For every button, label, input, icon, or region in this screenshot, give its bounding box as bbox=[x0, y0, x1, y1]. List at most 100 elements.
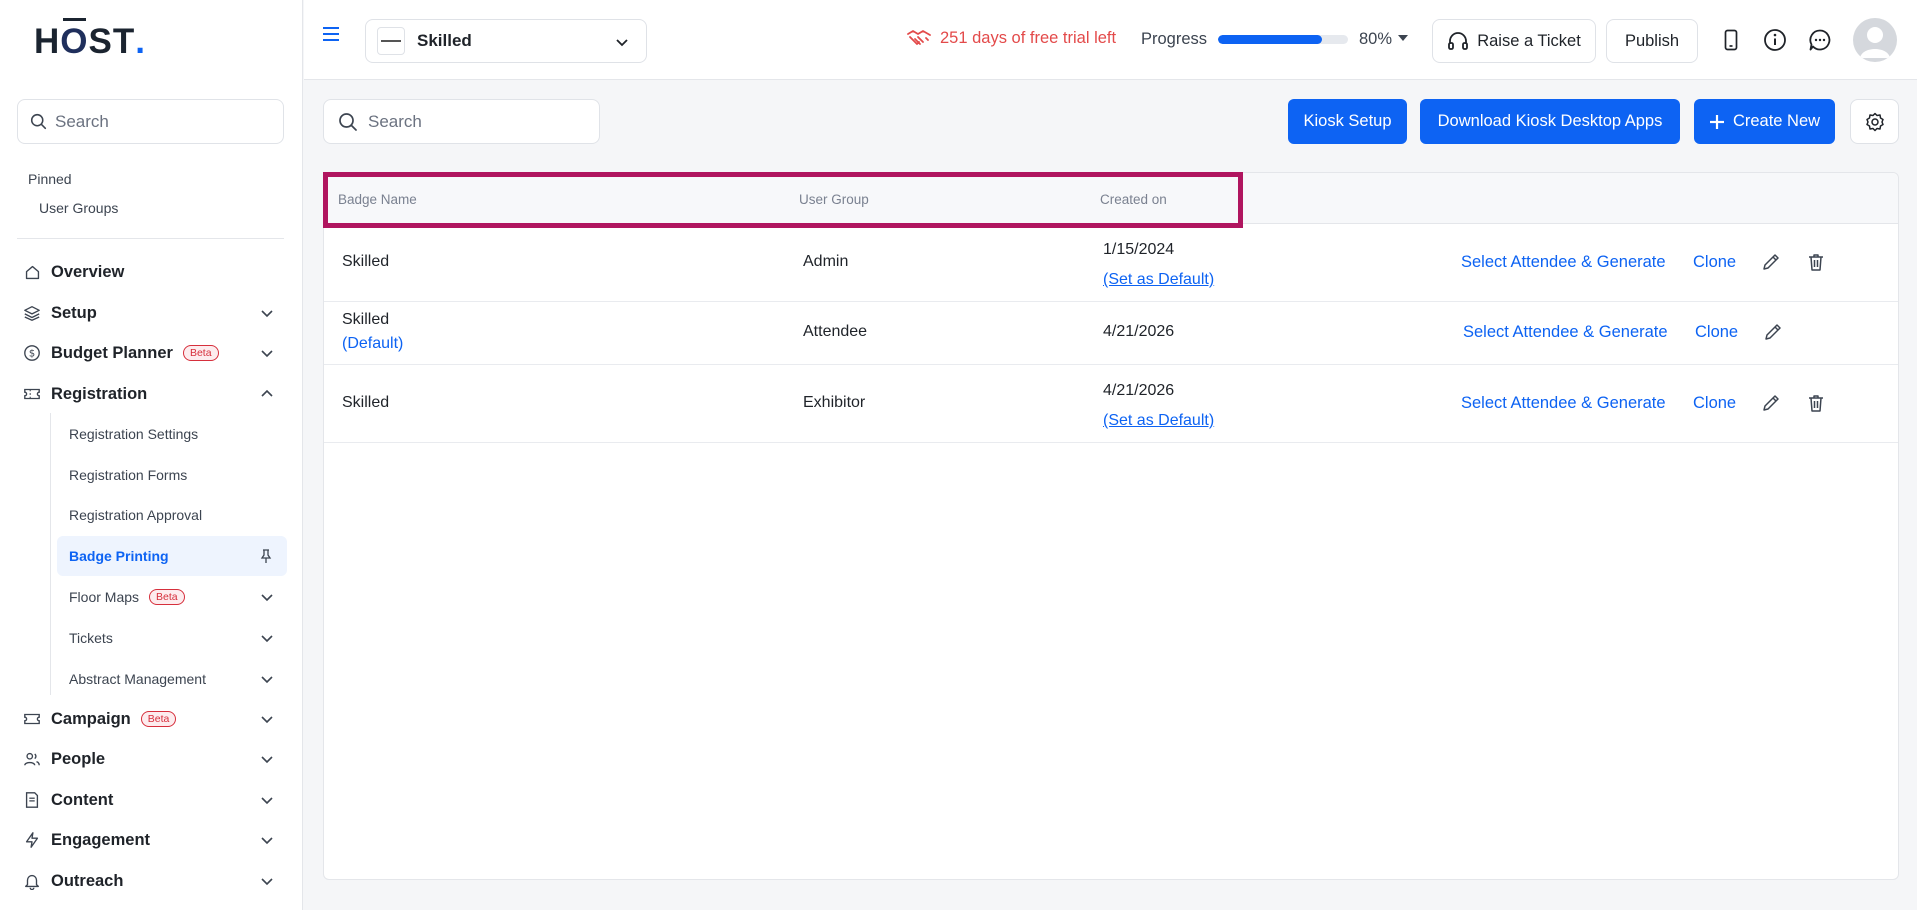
sub-label: Floor Maps bbox=[69, 589, 140, 605]
badge-settings-button[interactable] bbox=[1850, 99, 1899, 144]
sidebar-search-input[interactable] bbox=[55, 111, 255, 132]
created-on: 1/15/2024 bbox=[1103, 241, 1175, 258]
edit-pencil-icon[interactable] bbox=[1762, 321, 1784, 343]
svg-text:$: $ bbox=[29, 349, 35, 360]
nav-label: Outreach bbox=[51, 871, 124, 890]
plus-icon bbox=[1709, 114, 1724, 129]
chevron-down-icon bbox=[261, 676, 273, 684]
sub-tickets[interactable]: Tickets bbox=[57, 618, 287, 658]
nav-engagement[interactable]: Engagement bbox=[17, 822, 287, 858]
delete-trash-icon[interactable] bbox=[1805, 392, 1827, 414]
sub-label: Registration Approval bbox=[69, 507, 203, 523]
raise-ticket-button[interactable]: Raise a Ticket bbox=[1432, 19, 1596, 63]
sub-abstract-management[interactable]: Abstract Management bbox=[57, 659, 287, 699]
download-kiosk-button[interactable]: Download Kiosk Desktop Apps bbox=[1420, 99, 1680, 144]
chevron-down-icon bbox=[261, 716, 273, 724]
chevron-down-icon bbox=[261, 797, 273, 805]
edit-pencil-icon[interactable] bbox=[1760, 251, 1782, 273]
sidebar-divider bbox=[17, 238, 284, 239]
chevron-down-icon bbox=[261, 878, 273, 886]
table-header: Badge Name User Group Created on bbox=[324, 173, 1898, 224]
search-icon bbox=[339, 112, 357, 131]
progress-dropdown-caret[interactable] bbox=[1398, 35, 1408, 41]
progress-value: 80% bbox=[1359, 30, 1393, 48]
user-group: Exhibitor bbox=[803, 394, 866, 411]
sub-registration-approval[interactable]: Registration Approval bbox=[57, 495, 287, 535]
host-logo[interactable]: H O ST. bbox=[34, 18, 146, 62]
chevron-down-icon bbox=[261, 756, 273, 764]
set-as-default-link[interactable]: (Set as Default) bbox=[1103, 271, 1214, 289]
publish-button[interactable]: Publish bbox=[1606, 19, 1698, 63]
kiosk-setup-button[interactable]: Kiosk Setup bbox=[1288, 99, 1407, 144]
nav-campaign[interactable]: Campaign Beta bbox=[17, 701, 287, 737]
hamburger-menu-icon[interactable] bbox=[322, 26, 340, 42]
clone-link[interactable]: Clone bbox=[1695, 323, 1738, 342]
document-icon bbox=[23, 791, 41, 809]
chevron-down-icon bbox=[261, 310, 273, 318]
nav-label: Engagement bbox=[51, 830, 151, 849]
trial-notice: 251 days of free trial left bbox=[906, 28, 1116, 48]
event-thumbnail bbox=[377, 27, 405, 55]
nav-label: Setup bbox=[51, 303, 97, 322]
nav-content[interactable]: Content bbox=[17, 782, 287, 818]
publish-label: Publish bbox=[1624, 31, 1680, 50]
beta-badge: Beta bbox=[140, 711, 177, 727]
info-icon[interactable] bbox=[1763, 28, 1787, 52]
clone-link[interactable]: Clone bbox=[1693, 394, 1736, 413]
sidebar: HOST. Pinned User Groups Overview Setup … bbox=[0, 0, 303, 910]
sub-badge-printing[interactable]: Badge Printing bbox=[57, 536, 287, 576]
chevron-down-icon bbox=[616, 39, 628, 47]
select-attendee-generate-link[interactable]: Select Attendee & Generate bbox=[1463, 323, 1668, 342]
create-new-button[interactable]: Create New bbox=[1694, 99, 1835, 144]
nav-registration[interactable]: Registration bbox=[17, 376, 287, 412]
delete-trash-icon[interactable] bbox=[1805, 251, 1827, 273]
kiosk-setup-label: Kiosk Setup bbox=[1303, 112, 1392, 130]
pinned-item-user-groups[interactable]: User Groups bbox=[39, 200, 118, 216]
sub-floor-maps[interactable]: Floor Maps Beta bbox=[57, 577, 287, 617]
nav-label: Content bbox=[51, 790, 114, 809]
lightning-icon bbox=[23, 831, 41, 849]
clone-link[interactable]: Clone bbox=[1693, 253, 1736, 272]
table-row: Skilled (Default) Attendee 4/21/2026 Sel… bbox=[324, 302, 1898, 365]
event-selector[interactable]: Skilled bbox=[365, 19, 647, 63]
sub-registration-settings[interactable]: Registration Settings bbox=[57, 414, 287, 454]
chat-icon[interactable] bbox=[1808, 28, 1832, 52]
progress-fill bbox=[1218, 35, 1322, 44]
sub-label: Registration Settings bbox=[69, 426, 199, 442]
top-bar: Skilled 251 days of free trial left Prog… bbox=[304, 0, 1917, 80]
nav-label: Budget Planner bbox=[51, 343, 173, 362]
ticket-icon bbox=[23, 385, 41, 403]
nav-budget-planner[interactable]: $ Budget Planner Beta bbox=[17, 335, 287, 371]
edit-pencil-icon[interactable] bbox=[1760, 392, 1782, 414]
chevron-down-icon bbox=[261, 350, 273, 358]
sub-label: Abstract Management bbox=[69, 671, 206, 687]
nav-setup[interactable]: Setup bbox=[17, 295, 287, 331]
nav-overview[interactable]: Overview bbox=[17, 254, 287, 290]
bell-icon bbox=[23, 872, 41, 890]
header-badge-name[interactable]: Badge Name bbox=[338, 192, 417, 207]
sub-label: Badge Printing bbox=[69, 548, 169, 564]
set-as-default-link[interactable]: (Set as Default) bbox=[1103, 412, 1214, 430]
select-attendee-generate-link[interactable]: Select Attendee & Generate bbox=[1461, 253, 1666, 272]
user-avatar[interactable] bbox=[1853, 18, 1897, 62]
pinned-title: Pinned bbox=[28, 171, 72, 187]
default-tag: (Default) bbox=[342, 335, 404, 352]
header-created-on[interactable]: Created on bbox=[1100, 192, 1167, 207]
badge-search-input[interactable] bbox=[368, 111, 588, 132]
created-on: 4/21/2026 bbox=[1103, 323, 1175, 340]
nav-label: Registration bbox=[51, 384, 148, 403]
chevron-down-icon bbox=[261, 635, 273, 643]
select-attendee-generate-link[interactable]: Select Attendee & Generate bbox=[1461, 394, 1666, 413]
progress-label: Progress bbox=[1141, 30, 1208, 48]
user-group: Admin bbox=[803, 253, 849, 270]
trial-text: 251 days of free trial left bbox=[940, 28, 1117, 47]
nav-label: People bbox=[51, 749, 106, 768]
beta-badge: Beta bbox=[182, 345, 219, 361]
nav-outreach[interactable]: Outreach bbox=[17, 863, 287, 899]
pin-icon[interactable] bbox=[259, 548, 273, 564]
sub-registration-forms[interactable]: Registration Forms bbox=[57, 455, 287, 495]
nav-people[interactable]: People bbox=[17, 741, 287, 777]
mobile-preview-icon[interactable] bbox=[1719, 28, 1743, 52]
header-user-group[interactable]: User Group bbox=[799, 192, 869, 207]
badge-search bbox=[323, 99, 600, 144]
